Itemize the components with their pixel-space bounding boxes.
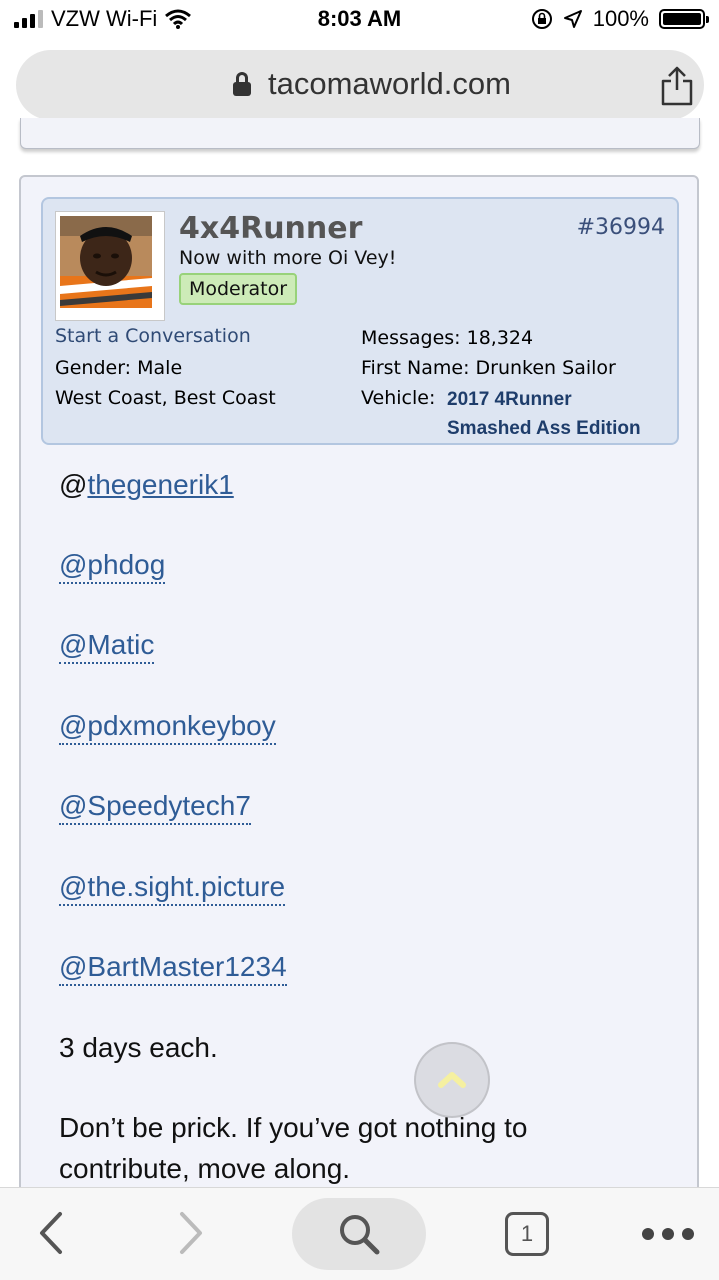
orientation-lock-icon <box>531 9 552 29</box>
avatar-image <box>60 216 152 308</box>
status-right: 100% <box>531 6 709 32</box>
user-title: Now with more Oi Vey! <box>179 247 397 269</box>
post-text-duration: 3 days each. <box>59 1032 218 1063</box>
mention-line-2: @phdog <box>59 549 166 584</box>
mention-link[interactable]: @Matic <box>59 629 155 664</box>
share-icon[interactable] <box>659 66 695 106</box>
browser-toolbar: 1 <box>0 1187 719 1280</box>
search-icon <box>340 1215 380 1255</box>
user-gender: Gender: Male <box>55 357 183 379</box>
scroll-top-icon <box>438 1072 466 1088</box>
battery-percent: 100% <box>592 6 649 31</box>
at-sign: @ <box>59 469 88 500</box>
start-conversation-link[interactable]: Start a Conversation <box>55 325 251 347</box>
status-bar: VZW Wi-Fi 8:03 AM 100% <box>0 0 719 40</box>
location-arrow-icon <box>563 10 582 28</box>
user-messages: Messages: 18,324 <box>361 327 534 349</box>
user-first-name: First Name: Drunken Sailor <box>361 357 616 379</box>
vehicle-line-1[interactable]: 2017 4Runner <box>447 385 641 414</box>
mention-line-3: @Matic <box>59 629 155 664</box>
mention-link[interactable]: @Speedytech7 <box>59 790 251 825</box>
mention-link[interactable]: @the.sight.picture <box>59 871 286 906</box>
back-icon[interactable] <box>36 1210 66 1256</box>
mention-link[interactable]: @pdxmonkeyboy <box>59 710 276 745</box>
vehicle-label: Vehicle: <box>361 387 436 409</box>
mention-line-6: @the.sight.picture <box>59 871 286 906</box>
mention-link[interactable]: thegenerik1 <box>87 469 233 500</box>
lock-icon <box>233 72 251 96</box>
username[interactable]: 4x4Runner <box>179 211 362 246</box>
mention-link[interactable]: @phdog <box>59 549 166 584</box>
previous-post-edge <box>20 118 700 149</box>
avatar[interactable] <box>55 211 165 321</box>
user-location: West Coast, Best Coast <box>55 387 276 409</box>
forum-post: 4x4Runner Now with more Oi Vey! Moderato… <box>19 175 699 1215</box>
url-text[interactable]: tacomaworld.com <box>268 66 511 102</box>
battery-icon <box>659 9 709 29</box>
mention-line-5: @Speedytech7 <box>59 790 251 825</box>
mention-link[interactable]: @BartMaster1234 <box>59 951 287 986</box>
tabs-icon[interactable]: 1 <box>505 1212 549 1256</box>
search-button[interactable] <box>292 1198 426 1270</box>
scroll-top-button[interactable] <box>414 1042 490 1118</box>
forward-icon[interactable] <box>176 1210 206 1256</box>
mention-line-7: @BartMaster1234 <box>59 951 287 986</box>
address-bar[interactable]: tacomaworld.com <box>16 50 704 120</box>
vehicle-link[interactable]: 2017 4Runner Smashed Ass Edition <box>447 385 641 443</box>
post-number[interactable]: #36994 <box>577 215 665 240</box>
more-icon[interactable] <box>642 1228 694 1240</box>
mention-line-4: @pdxmonkeyboy <box>59 710 276 745</box>
user-info-panel: 4x4Runner Now with more Oi Vey! Moderato… <box>41 197 679 445</box>
vehicle-line-2[interactable]: Smashed Ass Edition <box>447 414 641 443</box>
moderator-badge: Moderator <box>179 273 297 305</box>
post-text-line-2: contribute, move along. <box>59 1153 351 1184</box>
mention-line-1: @thegenerik1 <box>59 469 234 501</box>
